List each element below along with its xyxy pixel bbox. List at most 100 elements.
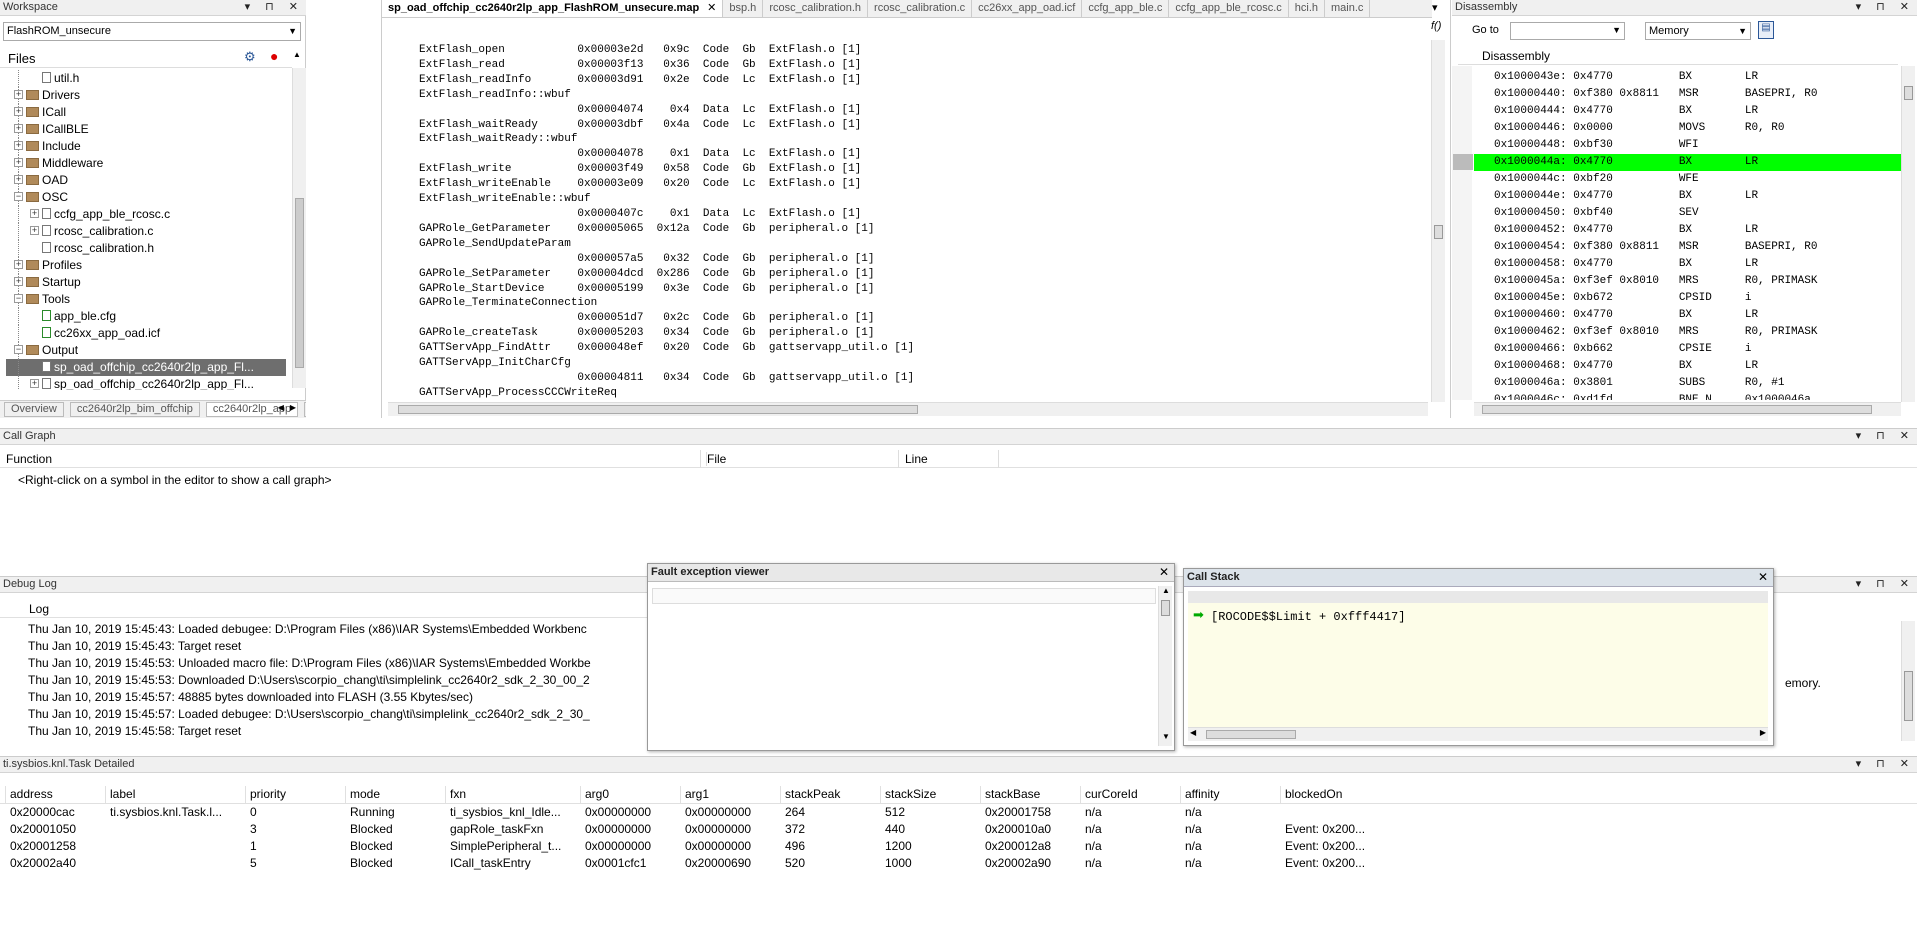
tree-item[interactable]: + Profiles [6,257,286,274]
function-nav-icon[interactable]: f() [1431,20,1441,32]
fault-viewer-vscroll[interactable]: ▲ ▼ [1158,586,1172,746]
disassembly-vscroll[interactable] [1901,66,1915,402]
collapse-icon[interactable]: − [14,294,23,304]
disassembly-row[interactable]: 0x10000466: 0xb662 CPSIE i [1474,341,1902,358]
disassembly-row[interactable]: 0x1000044e: 0x4770 BX LR [1474,188,1902,205]
expand-icon[interactable]: + [14,277,23,287]
scrollbar-thumb[interactable] [398,405,918,414]
close-icon[interactable]: ▾ [1432,1,1438,14]
expand-icon[interactable]: + [30,226,39,236]
col-address[interactable]: address [10,786,53,803]
tree-item[interactable]: rcosc_calibration.h [6,240,286,257]
disassembly-row[interactable]: 0x10000460: 0x4770 BX LR [1474,307,1902,324]
document-icon[interactable]: ▤ [1758,21,1774,39]
tree-item[interactable]: + ccfg_app_ble_rcosc.c [6,206,286,223]
expand-icon[interactable]: + [14,158,23,168]
log-row[interactable]: Thu Jan 10, 2019 15:45:57: 48885 bytes d… [0,689,646,706]
disassembly-list[interactable]: 0x1000043e: 0x4770 BX LR 0x10000440: 0xf3… [1474,69,1902,400]
expand-icon[interactable]: + [14,141,23,151]
scroll-up-arrow-icon[interactable]: ▲ [293,50,301,59]
editor-tab[interactable]: ccfg_app_ble.c [1082,0,1170,17]
editor-tab[interactable]: rcosc_calibration.c [868,0,973,17]
col-priority[interactable]: priority [250,786,286,803]
panel-controls[interactable]: ▾ ⊓ ✕ [1856,757,1915,770]
scrollbar-thumb[interactable] [1434,225,1443,239]
callstack-entry[interactable]: [ROCODE$$Limit + 0xfff4417] [1211,610,1405,624]
disassembly-row[interactable]: 0x10000444: 0x4770 BX LR [1474,103,1902,120]
disassembly-row[interactable]: 0x10000458: 0x4770 BX LR [1474,256,1902,273]
editor-tab[interactable]: main.c [1325,0,1371,17]
disassembly-row[interactable]: 0x1000045a: 0xf3ef 0x8010 MRS R0, PRIMAS… [1474,273,1902,290]
col-function[interactable]: Function [6,452,52,466]
col-affinity[interactable]: affinity [1185,786,1219,803]
tree-item[interactable]: + rcosc_calibration.c [6,223,286,240]
scrollbar-thumb[interactable] [295,198,304,368]
editor-content[interactable]: ExtFlash_open 0x00003e2d 0x9c Code Gb Ex… [419,43,1419,400]
col-line[interactable]: Line [905,452,928,466]
file-tree-scrollbar[interactable] [292,68,306,388]
disassembly-row[interactable]: 0x1000045e: 0xb672 CPSID i [1474,290,1902,307]
tree-item[interactable]: − Output [6,342,286,359]
scroll-up-arrow-icon[interactable]: ▲ [1162,586,1170,595]
goto-input[interactable]: ▼ [1510,22,1625,40]
expand-icon[interactable]: + [14,124,23,134]
scrollbar-thumb[interactable] [1904,671,1913,721]
task-row[interactable]: 0x20000cac ti.sysbios.knl.Task.l... 0 Runni… [0,804,1917,821]
task-row[interactable]: 0x20001050 3 Blocked gapRole_taskFxn 0x00000… [0,821,1917,838]
workspace-tab[interactable]: cc2640r2lp_bim_offchip [69,402,200,417]
tree-item[interactable]: − OSC [6,189,286,206]
tree-item[interactable]: + sp_oad_offchip_cc2640r2lp_app_Fl... [6,376,286,390]
col-curCoreId[interactable]: curCoreId [1085,786,1138,803]
close-icon[interactable]: ✕ [707,2,716,14]
log-row[interactable]: Thu Jan 10, 2019 15:45:58: Target reset [0,723,646,740]
disassembly-row[interactable]: 0x10000468: 0x4770 BX LR [1474,358,1902,375]
disassembly-row-current[interactable]: 0x1000044a: 0x4770 BX LR [1474,154,1902,171]
panel-controls[interactable]: ▾ ⊓ ✕ [1856,0,1915,13]
disassembly-row[interactable]: 0x1000046c: 0xd1fd BNE.N 0x1000046a [1474,392,1902,400]
panel-controls[interactable]: ▾ ⊓ ✕ [1856,429,1915,442]
editor-vscroll[interactable] [1431,40,1445,402]
disassembly-row[interactable]: 0x1000046a: 0x3801 SUBS R0, #1 [1474,375,1902,392]
tree-item-selected[interactable]: sp_oad_offchip_cc2640r2lp_app_Fl... [6,359,286,376]
log-row[interactable]: Thu Jan 10, 2019 15:45:53: Unloaded macr… [0,655,646,672]
tree-item[interactable]: + OAD [6,172,286,189]
editor-tab[interactable]: cc26xx_app_oad.icf [972,0,1083,17]
tree-item[interactable]: + Drivers [6,87,286,104]
panel-controls[interactable]: ▾ ⊓ ✕ [245,0,304,13]
expand-icon[interactable]: + [30,209,39,219]
col-arg0[interactable]: arg0 [585,786,609,803]
close-icon[interactable]: ✕ [1159,565,1169,579]
disassembly-row[interactable]: 0x1000044c: 0xbf20 WFE [1474,171,1902,188]
workspace-tab[interactable]: Overview [4,402,64,417]
disassembly-row[interactable]: 0x10000448: 0xbf30 WFI [1474,137,1902,154]
disassembly-row[interactable]: 0x10000452: 0x4770 BX LR [1474,222,1902,239]
tree-item[interactable]: app_ble.cfg [6,308,286,325]
collapse-icon[interactable]: − [14,345,23,355]
disassembly-row[interactable]: 0x10000462: 0xf3ef 0x8010 MRS R0, PRIMAS… [1474,324,1902,341]
scrollbar-thumb[interactable] [1904,86,1913,100]
panel-controls[interactable]: ▾ ⊓ ✕ [1856,577,1915,590]
red-dot-icon[interactable]: ● [270,48,278,64]
tab-scroll-arrows-icon[interactable]: ◀▶ [278,403,302,412]
tree-item[interactable]: + ICall [6,104,286,121]
expand-icon[interactable]: + [14,260,23,270]
tree-item[interactable]: cc26xx_app_oad.icf [6,325,286,342]
expand-icon[interactable]: + [14,175,23,185]
collapse-icon[interactable]: − [14,192,23,202]
log-row[interactable]: Thu Jan 10, 2019 15:45:43: Loaded debuge… [0,621,646,638]
callstack-hscroll[interactable]: ◀ ▶ [1188,727,1768,741]
tree-item[interactable]: + Middleware [6,155,286,172]
col-stackPeak[interactable]: stackPeak [785,786,840,803]
editor-tab-active[interactable]: sp_oad_offchip_cc2640r2lp_app_FlashROM_u… [382,0,724,17]
editor-tab[interactable]: rcosc_calibration.h [763,0,869,17]
scroll-left-arrow-icon[interactable]: ◀ [1190,728,1196,737]
disassembly-hscroll[interactable] [1474,402,1901,416]
close-icon[interactable]: ✕ [1758,570,1768,584]
editor-tab[interactable]: ccfg_app_ble_rcosc.c [1169,0,1289,17]
debuglog-vscroll[interactable] [1901,621,1915,741]
scrollbar-thumb[interactable] [1161,600,1170,616]
scrollbar-thumb[interactable] [1482,405,1872,414]
log-row[interactable]: Thu Jan 10, 2019 15:45:57: Loaded debuge… [0,706,646,723]
col-mode[interactable]: mode [350,786,380,803]
tree-item[interactable]: + Startup [6,274,286,291]
